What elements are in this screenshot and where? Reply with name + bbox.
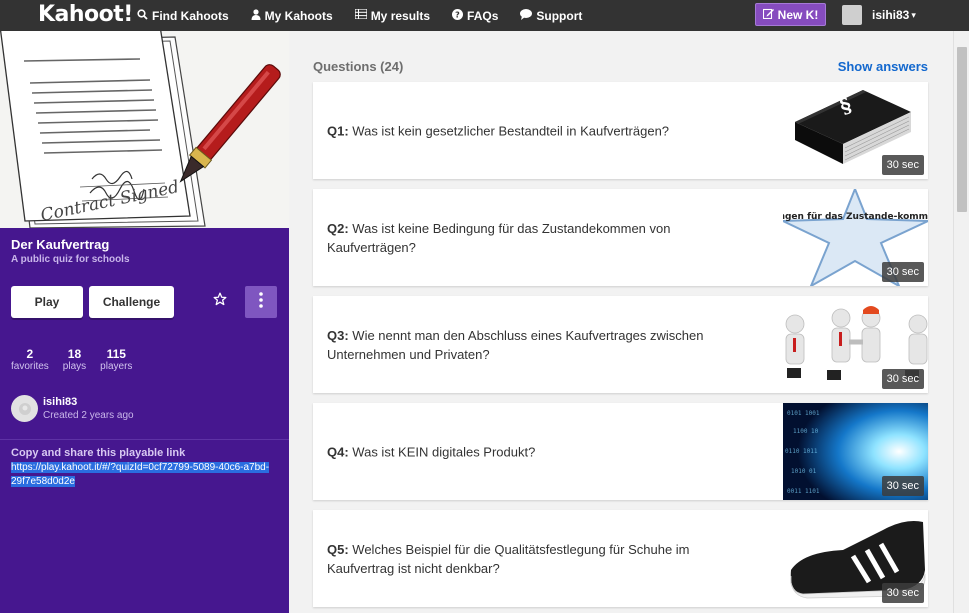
nav-support-label: Support — [536, 8, 583, 23]
nav-my-kahoots-label: My Kahoots — [264, 8, 333, 23]
question-time-badge: 30 sec — [881, 155, 924, 175]
quiz-cover-image: Contract Signed — [0, 31, 289, 228]
svg-text:0101 1001: 0101 1001 — [787, 410, 820, 417]
user-icon — [251, 8, 261, 23]
nav-my-results[interactable]: My results — [354, 8, 431, 23]
nav-my-kahoots[interactable]: My Kahoots — [251, 9, 333, 23]
stat-favorites: 2 favorites — [11, 347, 49, 372]
stat-value: 18 — [67, 347, 82, 361]
chat-icon — [520, 8, 533, 23]
question-text: Q2: Was ist keine Bedingung für das Zust… — [327, 219, 757, 257]
question-number: Q4: — [327, 444, 349, 459]
svg-text:0110 1011: 0110 1011 — [785, 448, 818, 455]
svg-text:?: ? — [455, 10, 460, 19]
user-menu[interactable]: isihi83 ▾ — [842, 5, 916, 25]
main-nav: Find Kahoots My Kahoots My results ? FAQ… — [137, 0, 604, 31]
stat-label: plays — [62, 361, 87, 372]
show-answers-link[interactable]: Show answers — [838, 59, 928, 74]
more-options-button[interactable] — [245, 286, 277, 318]
question-text: Q1: Was ist kein gesetzlicher Bestandtei… — [327, 121, 757, 140]
question-label: Was ist kein gesetzlicher Bestandteil in… — [352, 123, 670, 138]
question-label: Welches Beispiel für die Qualitätsfestle… — [327, 541, 690, 576]
nav-find-kahoots-label: Find Kahoots — [152, 8, 229, 23]
question-time-badge: 30 sec — [881, 583, 924, 603]
stat-value: 2 — [26, 347, 34, 361]
svg-text:1100 10: 1100 10 — [793, 428, 819, 435]
question-number: Q2: — [327, 220, 349, 236]
question-time-badge: 30 sec — [881, 369, 924, 389]
question-time-badge: 30 sec — [881, 262, 924, 282]
search-icon — [137, 8, 148, 23]
stat-players: 115 players — [100, 347, 132, 372]
creator-avatar-icon — [11, 395, 38, 422]
questions-panel: Questions (24) Show answers Q1: Was ist … — [289, 31, 953, 613]
challenge-button[interactable]: Challenge — [89, 286, 174, 318]
quiz-subtitle: A public quiz for schools — [11, 254, 130, 265]
question-text: Q5: Welches Beispiel für die Qualitätsfe… — [327, 540, 757, 578]
question-time-badge: 30 sec — [881, 476, 924, 496]
question-image: 30 sec — [783, 296, 928, 393]
question-card[interactable]: Q2: Was ist keine Bedingung für das Zust… — [313, 189, 928, 286]
kahoot-logo[interactable]: Kahoot! — [38, 2, 133, 27]
question-number: Q1: — [327, 123, 349, 138]
question-label: Was ist keine Bedingung für das Zustande… — [327, 220, 671, 255]
question-number: Q3: — [327, 327, 349, 343]
nav-support[interactable]: Support — [520, 8, 583, 23]
scrollbar-thumb[interactable] — [957, 47, 967, 212]
question-text: Q4: Was ist KEIN digitales Produkt? — [327, 442, 757, 461]
question-image: 30 sec — [783, 510, 928, 607]
list-icon — [354, 8, 368, 22]
question-card[interactable]: Q3: Wie nennt man den Abschluss eines Ka… — [313, 296, 928, 393]
play-button[interactable]: Play — [11, 286, 83, 318]
nav-my-results-label: My results — [370, 8, 431, 23]
creator-name[interactable]: isihi83 — [43, 396, 134, 408]
share-link-text[interactable]: https://play.kahoot.it/#/?quizId=0cf7279… — [11, 462, 270, 487]
top-nav-bar: Kahoot! Find Kahoots My Kahoots My resul… — [0, 0, 969, 31]
nav-find-kahoots[interactable]: Find Kahoots — [137, 9, 229, 23]
nav-faqs[interactable]: ? FAQs — [452, 8, 499, 23]
page-scrollbar[interactable] — [953, 31, 969, 613]
quiz-stats: 2 favorites 18 plays 115 players — [11, 347, 146, 372]
question-label: Was ist KEIN digitales Produkt? — [352, 444, 536, 459]
stat-value: 115 — [106, 347, 126, 361]
more-vertical-icon — [259, 291, 263, 313]
questions-header: Questions (24) — [313, 59, 404, 74]
question-label: Wie nennt man den Abschluss eines Kaufve… — [327, 327, 704, 362]
question-card[interactable]: Q1: Was ist kein gesetzlicher Bestandtei… — [313, 82, 928, 179]
question-image: 0101 1001 1100 10 0110 1011 1010 01 0011 1… — [783, 403, 928, 500]
creator-date: Created 2 years ago — [43, 410, 134, 421]
nav-faqs-label: FAQs — [467, 8, 499, 23]
question-card[interactable]: Q5: Welches Beispiel für die Qualitätsfe… — [313, 510, 928, 607]
svg-text:0011 1101: 0011 1101 — [787, 488, 820, 495]
quiz-sidebar: Contract Signed Der Kaufvertrag A public… — [0, 31, 289, 613]
avatar — [842, 5, 862, 25]
question-number: Q5: — [327, 541, 349, 557]
stat-plays: 18 plays — [63, 347, 86, 372]
new-kahoot-button[interactable]: New K! — [755, 3, 826, 26]
question-image: 5 Rechtliche Bedingungen für das Zustand… — [783, 189, 928, 286]
stat-label: favorites — [11, 361, 49, 372]
stat-label: players — [100, 361, 133, 372]
svg-text:1010 01: 1010 01 — [791, 468, 817, 475]
share-link-label: Copy and share this playable link — [11, 447, 186, 459]
caret-down-icon: ▾ — [911, 9, 916, 20]
sidebar-divider — [0, 439, 289, 440]
share-link[interactable]: https://play.kahoot.it/#/?quizId=0cf7279… — [11, 461, 271, 489]
question-icon: ? — [452, 8, 464, 23]
question-card[interactable]: Q4: Was ist KEIN digitales Produkt? 0101… — [313, 403, 928, 500]
quiz-title: Der Kaufvertrag — [11, 237, 110, 252]
star-image-text: 5 Rechtliche Bedingungen für das Zustand… — [783, 212, 928, 222]
favorite-star-icon[interactable] — [213, 292, 227, 311]
new-kahoot-label: New K! — [777, 7, 819, 22]
username: isihi83 — [872, 8, 910, 22]
question-text: Q3: Wie nennt man den Abschluss eines Ka… — [327, 326, 757, 364]
creator-info[interactable]: isihi83 Created 2 years ago — [11, 395, 134, 422]
question-image: § 30 sec — [783, 82, 928, 179]
edit-icon — [762, 8, 774, 22]
